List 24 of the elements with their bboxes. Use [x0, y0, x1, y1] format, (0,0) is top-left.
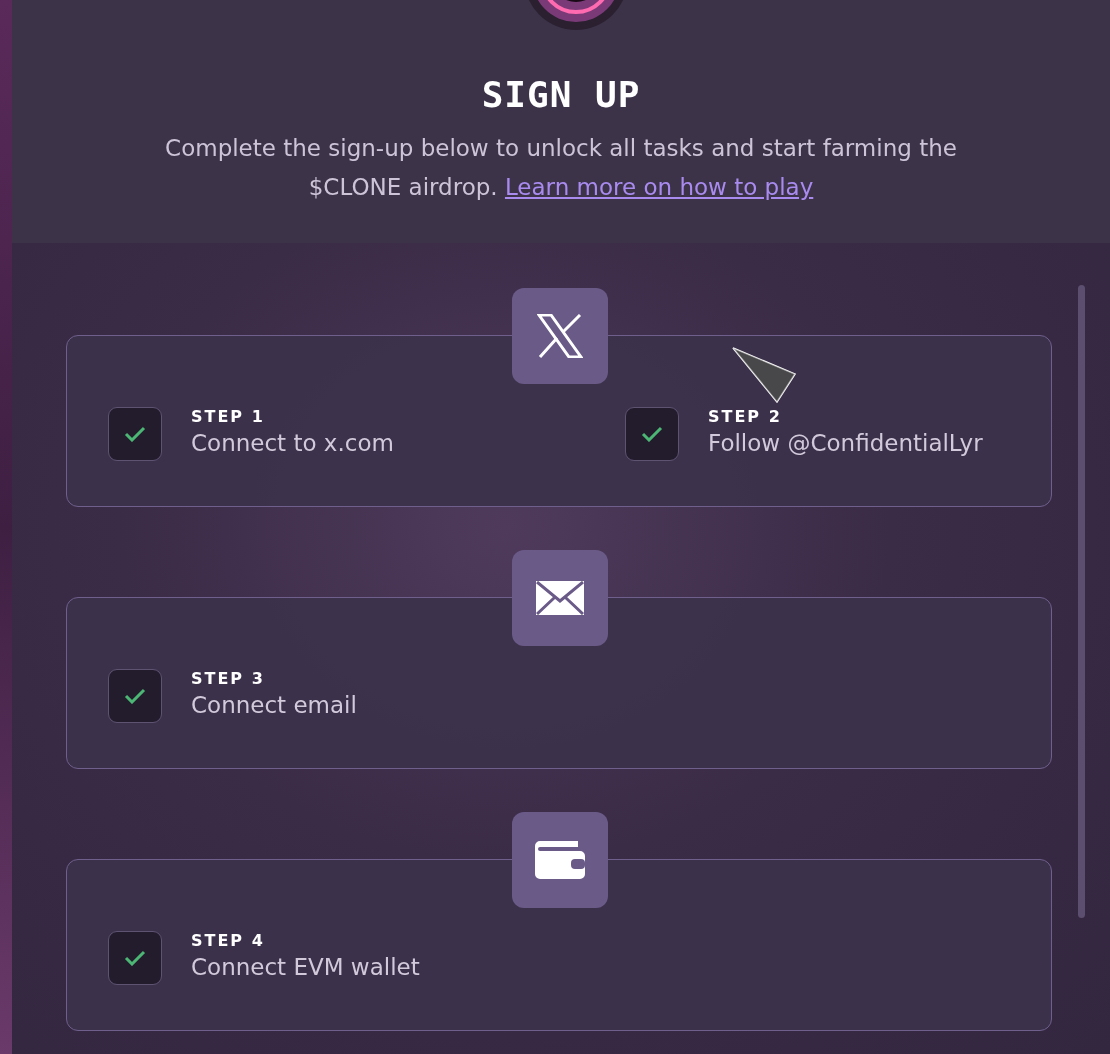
page-title: SIGN UP — [481, 74, 641, 115]
step-title: Follow @ConfidentialLyr — [708, 430, 983, 456]
checkmark-icon — [124, 688, 146, 704]
step-label: STEP 2 — [708, 407, 783, 426]
how-to-play-link[interactable]: Learn more on how to play — [504, 174, 814, 200]
step-label: STEP 3 — [191, 669, 266, 688]
cursor-icon — [732, 347, 798, 403]
step-checkbox[interactable] — [108, 407, 162, 461]
checkmark-icon — [124, 950, 146, 966]
description-text: Complete the sign-up below to unlock all tasks and start farming the $CLONE airdrop. Learn more on how to play — [164, 134, 958, 202]
step-label: STEP 4 — [191, 931, 266, 950]
step-checkbox[interactable] — [108, 669, 162, 723]
checkmark-icon — [124, 426, 146, 442]
scrollbar[interactable] — [1078, 285, 1085, 918]
step-title: Connect email — [191, 692, 357, 718]
checkmark-icon — [641, 426, 663, 442]
step-label: STEP 1 — [191, 407, 266, 426]
x-logo-icon — [537, 314, 583, 358]
step-checkbox[interactable] — [625, 407, 679, 461]
envelope-icon — [536, 581, 584, 615]
step-title: Connect EVM wallet — [191, 954, 420, 980]
step-title: Connect to x.com — [191, 430, 394, 456]
wallet-icon — [535, 841, 585, 879]
step-checkbox[interactable] — [108, 931, 162, 985]
